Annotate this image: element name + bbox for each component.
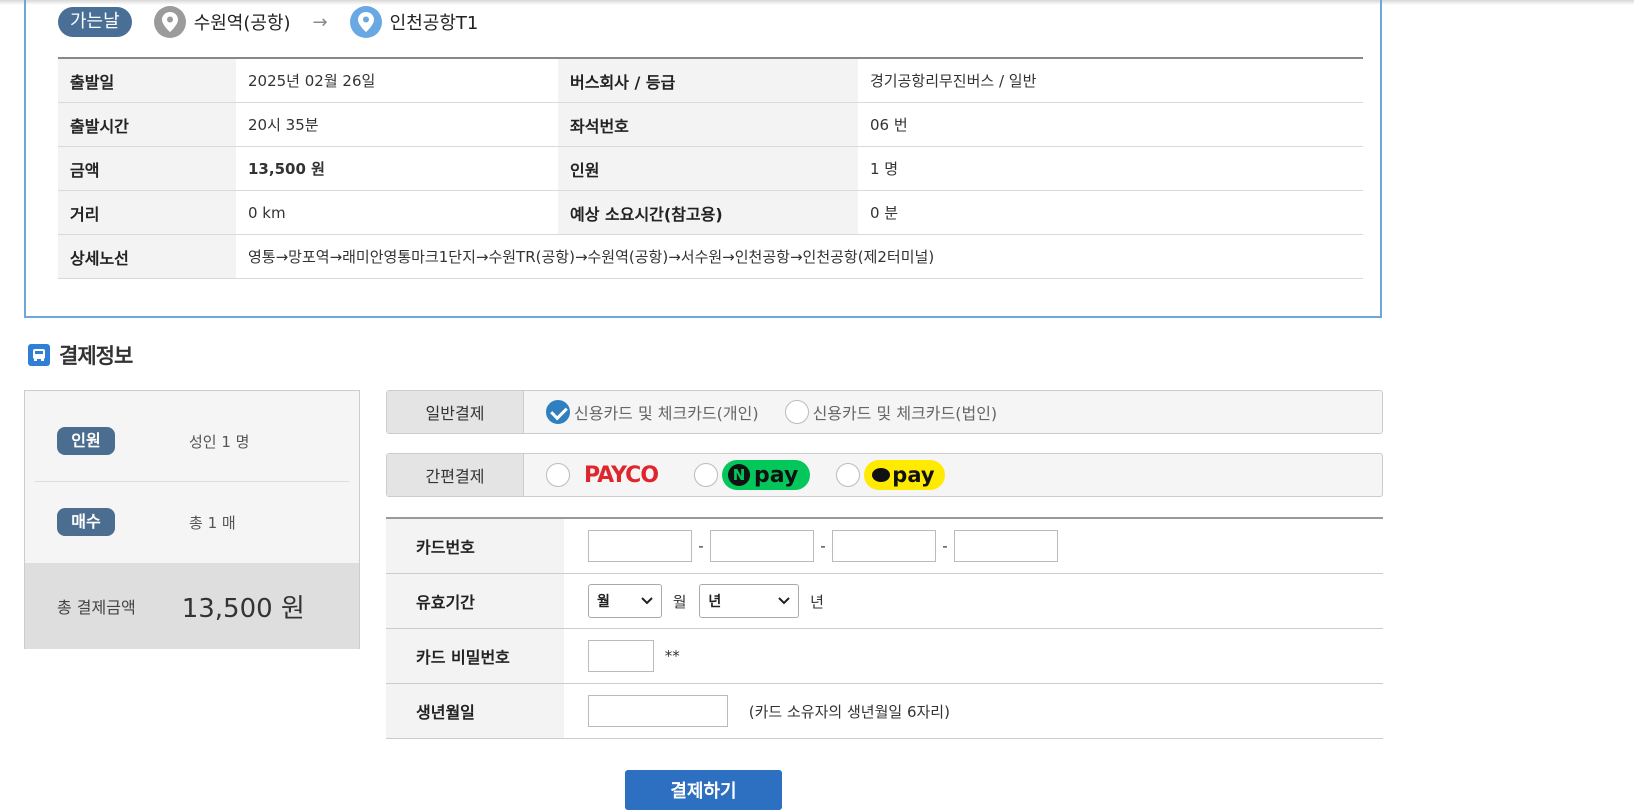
card-number-fields: ---: [564, 518, 1383, 574]
summary-tickets-row: 매수 총 1 매: [25, 482, 359, 562]
section-title-text: 결제정보: [59, 344, 133, 368]
pay-button[interactable]: 결제하기: [625, 770, 782, 810]
payment-section-title: 결제정보: [28, 340, 133, 370]
route-header: 가는날 수원역(공항) → 인천공항T1: [58, 6, 478, 38]
easy-payment-row: 간편결제 PAYCO N pay pay: [386, 453, 1383, 497]
table-row: 카드 비밀번호 **: [386, 628, 1383, 684]
price-label: 금액: [58, 146, 236, 191]
summary-total-row: 총 결제금액 13,500 원: [25, 563, 359, 649]
month-select-value: 월: [597, 594, 610, 610]
dash: -: [698, 537, 704, 555]
personal-card-label[interactable]: 신용카드 및 체크카드(개인): [574, 400, 759, 424]
table-row: 출발일 2025년 02월 26일 버스회사 / 등급 경기공항리무진버스 / …: [58, 58, 1363, 103]
departure-date-label: 출발일: [58, 58, 236, 103]
origin-label: 수원역(공항): [193, 13, 291, 34]
card-number-input-1[interactable]: [588, 530, 692, 562]
naver-n-icon: N: [728, 464, 751, 486]
seat-number-value: 06 번: [858, 102, 1363, 147]
npay-text: pay: [754, 462, 799, 488]
price-value: 13,500 원: [236, 146, 558, 191]
table-row: 금액 13,500 원 인원 1 명: [58, 146, 1363, 191]
departure-time-value: 20시 35분: [236, 102, 558, 147]
radio-corporate-card[interactable]: [784, 400, 809, 424]
tickets-badge: 매수: [57, 508, 115, 536]
people-badge: 인원: [57, 427, 115, 455]
trip-info-table: 출발일 2025년 02월 26일 버스회사 / 등급 경기공항리무진버스 / …: [58, 57, 1363, 279]
expiry-fields: 월 월 년 년: [564, 573, 1383, 629]
easy-payment-label: 간편결제: [387, 454, 524, 496]
card-number-input-2[interactable]: [710, 530, 814, 562]
total-amount: 13,500 원: [181, 593, 305, 624]
estimated-duration-label: 예상 소요시간(참고용): [558, 190, 858, 235]
bus-company-label: 버스회사 / 등급: [558, 58, 858, 103]
table-row: 생년월일 (카드 소유자의 생년월일 6자리): [386, 683, 1383, 739]
card-password-label: 카드 비밀번호: [386, 628, 564, 684]
distance-value: 0 km: [236, 190, 558, 235]
birthdate-hint: (카드 소유자의 생년월일 6자리): [748, 702, 950, 721]
arrow-right-icon: →: [312, 11, 328, 33]
corporate-card-label[interactable]: 신용카드 및 체크카드(법인): [813, 400, 998, 424]
payment-summary: 인원 성인 1 명 매수 총 1 매 총 결제금액 13,500 원: [24, 390, 360, 649]
table-row: 상세노선 영통→망포역→래미안영통마크1단지→수원TR(공항)→수원역(공항)→…: [58, 234, 1363, 279]
radio-personal-card[interactable]: [546, 400, 570, 424]
table-row: 유효기간 월 월 년 년: [386, 573, 1383, 629]
card-number-input-3[interactable]: [832, 530, 936, 562]
expiry-year-select[interactable]: 년: [699, 584, 800, 618]
seat-number-label: 좌석번호: [558, 102, 858, 147]
summary-people-row: 인원 성인 1 명: [25, 401, 359, 481]
expiry-label: 유효기간: [386, 573, 564, 629]
password-suffix: **: [664, 647, 680, 665]
bus-company-value: 경기공항리무진버스 / 일반: [858, 58, 1363, 103]
birthdate-fields: (카드 소유자의 생년월일 6자리): [564, 683, 1383, 739]
kakao-bubble-icon: [872, 468, 891, 482]
expiry-month-select[interactable]: 월: [588, 584, 662, 618]
departure-time-label: 출발시간: [58, 102, 236, 147]
radio-kakaopay[interactable]: [836, 463, 861, 487]
table-row: 거리 0 km 예상 소요시간(참고용) 0 분: [58, 190, 1363, 235]
chevron-down-icon: [641, 597, 653, 605]
card-password-fields: **: [564, 628, 1383, 684]
kakaopay-logo[interactable]: pay: [864, 460, 945, 490]
card-form-table: 카드번호 - - - 유효기간 월 월 년 년 카드 비밀번호 ** 생년월일 (카…: [386, 517, 1383, 739]
table-row: 카드번호 - - -: [386, 518, 1383, 574]
general-payment-label: 일반결제: [387, 391, 524, 433]
month-unit: 월: [672, 592, 687, 611]
card-number-input-4[interactable]: [954, 530, 1058, 562]
distance-label: 거리: [58, 190, 236, 235]
radio-npay[interactable]: [694, 463, 719, 487]
route-detail-label: 상세노선: [58, 234, 236, 279]
dash: -: [820, 537, 826, 555]
table-row: 출발시간 20시 35분 좌석번호 06 번: [58, 102, 1363, 147]
destination-label: 인천공항T1: [389, 13, 479, 34]
chevron-down-icon: [778, 597, 791, 605]
people-value: 성인 1 명: [189, 432, 250, 451]
location-pin-icon: [153, 6, 186, 38]
tickets-value: 총 1 매: [189, 513, 236, 532]
direction-badge: 가는날: [58, 7, 132, 37]
card-password-input[interactable]: [588, 640, 654, 672]
npay-logo[interactable]: N pay: [722, 460, 811, 490]
estimated-duration-value: 0 분: [858, 190, 1363, 235]
birthdate-input[interactable]: [588, 695, 728, 727]
kakaopay-text: pay: [892, 463, 935, 487]
location-pin-icon: [349, 6, 382, 38]
birthdate-label: 생년월일: [386, 683, 564, 739]
passengers-label: 인원: [558, 146, 858, 191]
general-payment-row: 일반결제 신용카드 및 체크카드(개인) 신용카드 및 체크카드(법인): [386, 390, 1383, 434]
departure-date-value: 2025년 02월 26일: [236, 58, 558, 103]
payco-logo[interactable]: PAYCO: [584, 463, 659, 488]
card-number-label: 카드번호: [386, 518, 564, 574]
dash: -: [942, 537, 948, 555]
passengers-value: 1 명: [858, 146, 1363, 191]
route-detail-value: 영통→망포역→래미안영통마크1단지→수원TR(공항)→수원역(공항)→서수원→인…: [236, 234, 1363, 279]
year-select-value: 년: [708, 594, 722, 610]
year-unit: 년: [810, 592, 824, 611]
bus-icon: [28, 344, 50, 366]
radio-payco[interactable]: [546, 463, 570, 487]
total-label: 총 결제금액: [57, 598, 136, 617]
